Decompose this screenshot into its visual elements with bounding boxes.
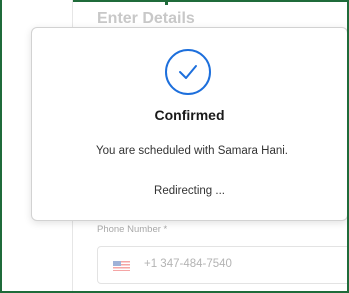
frame-notch xyxy=(165,0,168,5)
phone-number-label: Phone Number * xyxy=(97,224,168,235)
checkmark-circle-icon xyxy=(165,49,211,95)
phone-number-value: +1 347-484-7540 xyxy=(144,258,232,270)
us-flag-icon[interactable] xyxy=(113,261,130,271)
redirect-status: Redirecting ... xyxy=(154,185,225,197)
dialog-message: You are scheduled with Samara Hani. xyxy=(96,145,288,157)
confirmation-dialog: Confirmed You are scheduled with Samara … xyxy=(31,27,347,221)
phone-number-field[interactable]: +1 347-484-7540 xyxy=(97,246,347,284)
form-heading: Enter Details xyxy=(97,10,195,27)
page-frame: Enter Details Phone Number * +1 347-484-… xyxy=(0,0,349,293)
checkmark-icon xyxy=(179,65,197,79)
dialog-title: Confirmed xyxy=(154,107,225,123)
